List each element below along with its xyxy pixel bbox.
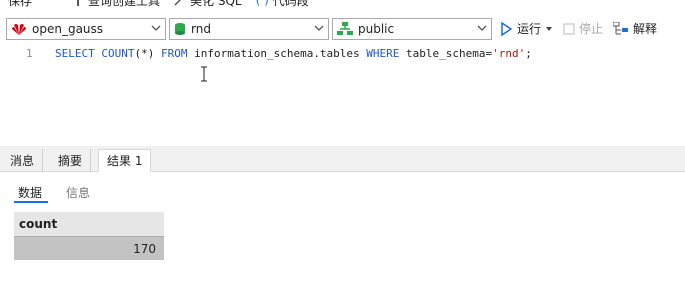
sql-code-line[interactable]: SELECT COUNT(*) FROM information_schema.…: [55, 47, 532, 60]
query-builder-icon: [77, 0, 80, 6]
server-select[interactable]: open_gauss: [6, 18, 166, 40]
sql-string: 'rnd': [492, 47, 526, 60]
subtab-data[interactable]: 数据: [18, 184, 42, 201]
braces-icon: ( ): [255, 0, 269, 7]
play-icon: [501, 21, 513, 36]
schema-select-value: public: [358, 22, 395, 36]
sql-keyword: WHERE: [366, 47, 400, 60]
table-row[interactable]: 170: [14, 236, 164, 260]
subtab-info[interactable]: 信息: [66, 184, 90, 201]
run-actions: 运行 停止 解释: [499, 20, 667, 37]
explain-button[interactable]: 解释: [613, 20, 657, 37]
database-select[interactable]: rnd: [169, 18, 329, 40]
top-toolbar: 保存 查询创建工具 美化 SQL ( ) 代码段: [0, 0, 685, 8]
sql-text: ;: [525, 47, 532, 60]
schema-select[interactable]: public: [332, 18, 492, 40]
stop-button[interactable]: 停止: [563, 20, 603, 37]
cell-value: 170: [133, 241, 156, 256]
stop-label: 停止: [579, 22, 604, 36]
chevron-down-icon: [151, 25, 161, 31]
query-builder-label: 查询创建工具: [88, 0, 161, 8]
beautify-sql-label: 美化 SQL: [190, 0, 242, 8]
explain-label: 解释: [633, 22, 658, 36]
run-button[interactable]: 运行: [499, 20, 553, 37]
sql-text: table_schema=: [399, 47, 493, 60]
text-cursor-icon: [201, 66, 207, 82]
result-grid: count 170: [14, 212, 164, 260]
sql-text: information_schema.tables: [187, 47, 367, 60]
beautify-sql-button[interactable]: 美化 SQL: [174, 0, 242, 9]
sql-text: (*): [134, 47, 161, 60]
database-icon: [175, 23, 185, 35]
chevron-down-icon: [314, 25, 324, 31]
chevron-down-icon: [477, 25, 487, 31]
sql-keyword: FROM: [160, 47, 188, 60]
server-select-value: open_gauss: [32, 22, 104, 36]
tab-summary[interactable]: 摘要: [50, 149, 92, 172]
result-tab-strip: 消息 摘要 结果 1: [0, 146, 685, 172]
tab-result-1[interactable]: 结果 1: [98, 149, 152, 172]
connection-bar: open_gauss rnd public 运行 停止 解释: [0, 16, 685, 42]
caret-down-icon[interactable]: [545, 25, 553, 33]
database-select-value: rnd: [191, 22, 211, 36]
query-builder-button[interactable]: 查询创建工具: [72, 0, 160, 9]
run-label: 运行: [517, 22, 542, 36]
line-number: 1: [26, 47, 33, 60]
stop-icon: [563, 22, 575, 35]
line-gutter: 1: [0, 42, 46, 146]
column-header-count[interactable]: count: [14, 212, 164, 236]
tab-result-1-label: 结果 1: [107, 154, 143, 168]
huawei-icon: [12, 24, 26, 35]
save-label: 保存: [8, 0, 33, 8]
column-header-label: count: [19, 217, 58, 231]
code-snippet-label: 代码段: [272, 0, 309, 8]
sql-keyword: SELECT COUNT: [55, 47, 135, 60]
code-snippet-button[interactable]: ( ) 代码段: [256, 0, 309, 9]
save-button[interactable]: 保存: [8, 0, 32, 9]
magic-wand-icon: [174, 0, 182, 6]
tab-messages[interactable]: 消息: [2, 149, 44, 172]
tab-messages-label: 消息: [10, 154, 35, 168]
active-subtab-indicator: [14, 201, 48, 203]
result-subtabs: 数据 信息: [0, 176, 685, 208]
sql-editor[interactable]: 1 SELECT COUNT(*) FROM information_schem…: [0, 42, 685, 146]
tab-summary-label: 摘要: [58, 154, 83, 168]
explain-icon: [613, 21, 629, 34]
schema-icon: [337, 22, 353, 35]
